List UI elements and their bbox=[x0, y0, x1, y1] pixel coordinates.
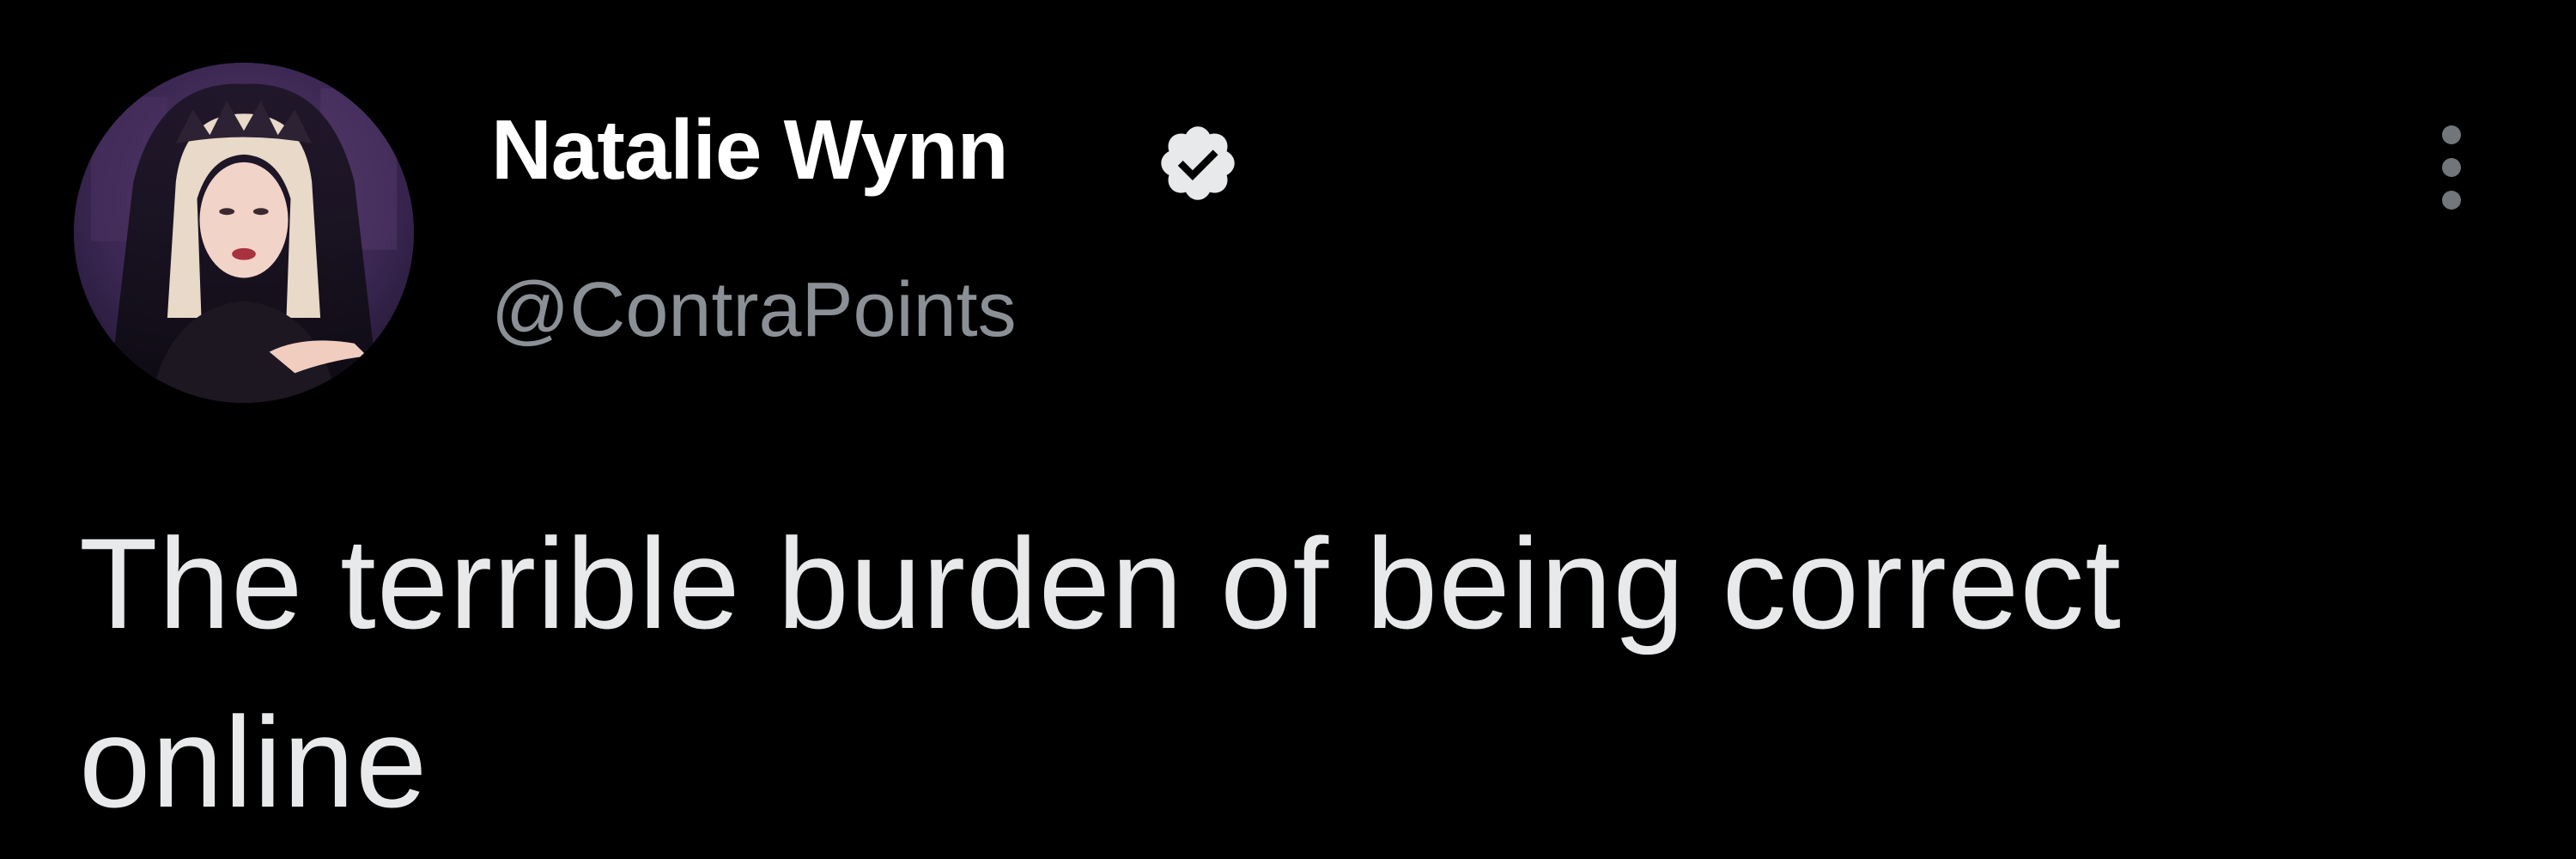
display-name[interactable]: Natalie Wynn bbox=[491, 107, 1009, 192]
tweet-text: The terrible burden of being correct onl… bbox=[79, 511, 2122, 834]
avatar[interactable] bbox=[74, 63, 414, 403]
user-handle[interactable]: @ContraPoints bbox=[491, 271, 1017, 349]
more-options-icon[interactable] bbox=[2427, 120, 2478, 215]
avatar-image bbox=[74, 63, 414, 403]
verified-badge-icon bbox=[1161, 126, 1235, 200]
tweet-card: Natalie Wynn @ContraPoints The terrible … bbox=[0, 0, 2576, 859]
